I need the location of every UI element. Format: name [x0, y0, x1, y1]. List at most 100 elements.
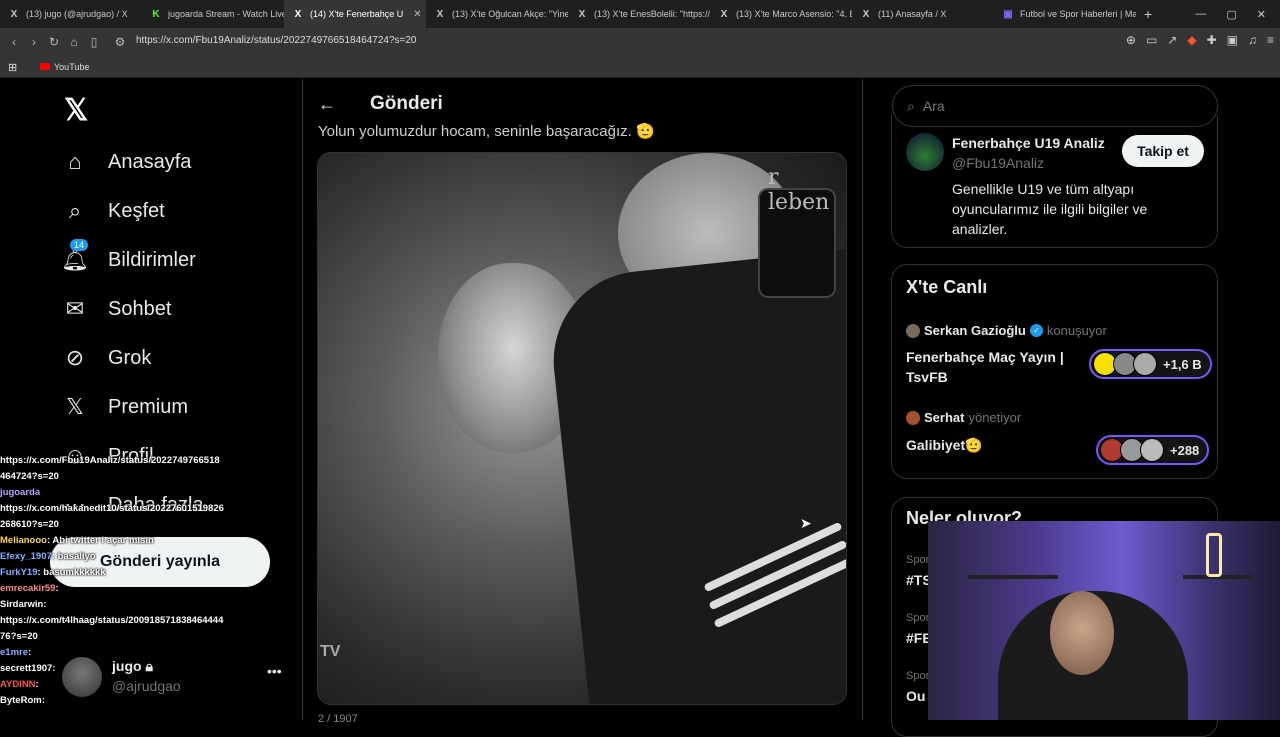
home-browser-icon[interactable]: ⌂	[64, 35, 84, 49]
brave-shield-icon[interactable]: ◆	[1187, 33, 1196, 47]
chat-line: https://x.com/hakanedit10/status/2022760…	[0, 501, 300, 517]
tab-label: (14) X'te Fenerbahçe U	[310, 9, 404, 19]
share-icon[interactable]: ↗	[1167, 33, 1177, 47]
browser-tab[interactable]: X (13) jugo (@ajrudgao) / X	[0, 0, 142, 28]
space-host: Serkan Gazioğlu ✓ konuşuyor	[906, 323, 1107, 338]
video-wall-text: r leben	[768, 165, 830, 215]
media-icon[interactable]: ♫	[1248, 33, 1257, 47]
chat-text: https://x.com/hakanedit10/status/2022760…	[0, 503, 224, 514]
grok-icon: ⊘	[65, 345, 85, 370]
back-arrow-icon[interactable]: ←	[318, 94, 336, 115]
webcam-lamp	[1206, 533, 1222, 577]
space-listeners[interactable]: +288	[1096, 435, 1210, 465]
nav-item-grok[interactable]: ⊘ Grok	[60, 345, 152, 371]
chat-line: Sirdarwin:	[0, 597, 300, 613]
x-logo-icon[interactable]: 𝕏	[64, 93, 88, 128]
host-name: Serhat	[924, 410, 965, 425]
x-favicon-icon: X	[10, 8, 18, 20]
bookmark-icon[interactable]: ▯	[84, 35, 104, 49]
post-header: ← Gönderi	[318, 93, 443, 115]
site-settings-icon[interactable]: ⚙	[110, 35, 130, 49]
tab-label: jugoarda Stream - Watch Live	[168, 9, 284, 19]
nav-label: Anasayfa	[108, 150, 192, 173]
browser-tab[interactable]: X (13) X'te EnesBolelli: "https://	[568, 0, 710, 28]
profile-card: Fenerbahçe U19 Analiz @Fbu19Analiz Takip…	[891, 115, 1218, 248]
webcam-head	[1050, 591, 1114, 675]
nav-item-home[interactable]: ⌂ Anasayfa	[60, 149, 191, 175]
bookmark-youtube[interactable]: YouTube	[54, 62, 89, 72]
host-name: Serkan Gazioğlu	[924, 323, 1026, 338]
x-favicon-icon: X	[436, 8, 444, 20]
new-tab-button[interactable]: +	[1136, 0, 1160, 28]
profile-handle[interactable]: @Fbu19Analiz	[952, 155, 1044, 171]
browser-tab[interactable]: ▣ Futbol ve Spor Haberleri | Maç	[994, 0, 1136, 28]
column-divider	[862, 79, 863, 720]
nav-item-messages[interactable]: ✉ Sohbet	[60, 296, 172, 322]
profile-name[interactable]: Fenerbahçe U19 Analiz	[952, 135, 1105, 151]
wallet-icon[interactable]: ▣	[1227, 33, 1238, 47]
browser-tab[interactable]: Kjugoarda Stream - Watch Live	[142, 0, 284, 28]
listener-count: +288	[1170, 442, 1200, 458]
trend-tag[interactable]: Ou	[906, 688, 925, 704]
post-meta: 2 / 1907	[318, 713, 358, 725]
back-icon[interactable]: ‹	[4, 35, 24, 49]
url-field[interactable]: https://x.com/Fbu19Analiz/status/2022749…	[136, 35, 416, 46]
chat-user: emrecakir59	[0, 583, 56, 594]
nav-label: Premium	[108, 395, 189, 418]
chat-user: FurkY19	[0, 567, 38, 578]
forward-icon[interactable]: ›	[24, 35, 44, 49]
nav-item-premium[interactable]: 𝕏 Premium	[60, 394, 188, 420]
page-title: Gönderi	[370, 93, 443, 114]
nav-label: Bildirimler	[108, 248, 196, 271]
trend-category: Spor	[906, 612, 930, 624]
bell-icon: 🔔︎ 14	[61, 239, 89, 272]
chat-text: 268610?s=20	[0, 519, 59, 530]
browser-tab[interactable]: X (11) Anasayfa / X	[852, 0, 994, 28]
verified-icon: ✓	[1029, 324, 1043, 337]
chat-text: :	[43, 599, 47, 610]
news-favicon-icon: ▣	[1003, 8, 1013, 20]
live-spaces-card: X'te Canlı Serkan Gazioğlu ✓ konuşuyor F…	[891, 264, 1218, 479]
browser-tab[interactable]: X (13) X'te Oğulcan Akçe: "Yine	[426, 0, 568, 28]
apps-icon[interactable]: ⊞	[8, 61, 17, 74]
chat-user: e1mre	[0, 647, 28, 658]
browser-tab-active[interactable]: X (14) X'te Fenerbahçe U ✕	[284, 0, 426, 28]
maximize-icon[interactable]: ▢	[1226, 8, 1236, 21]
chat-user: ByteRom	[0, 695, 42, 706]
nav-item-explore[interactable]: ⌕ Keşfet	[60, 198, 165, 224]
cast-icon[interactable]: ▭	[1146, 33, 1157, 47]
minimize-icon[interactable]: —	[1195, 8, 1206, 20]
chat-user: secrett1907	[0, 663, 53, 674]
space-listeners[interactable]: +1,6 B	[1089, 349, 1212, 379]
reload-icon[interactable]: ↻	[44, 35, 64, 49]
close-window-icon[interactable]: ✕	[1257, 8, 1266, 21]
close-tab-icon[interactable]: ✕	[413, 9, 421, 20]
avatar[interactable]	[906, 133, 944, 171]
tab-label: (13) X'te Marco Asensio: "4. Be	[736, 9, 852, 19]
space-host: Serhat yönetiyor	[906, 410, 1021, 425]
tab-label: (13) X'te EnesBolelli: "https://	[594, 9, 710, 19]
youtube-icon	[40, 63, 50, 70]
search-icon: ⌕	[68, 198, 82, 223]
tab-label: (11) Anasayfa / X	[878, 9, 947, 19]
browser-tab[interactable]: X (13) X'te Marco Asensio: "4. Be	[710, 0, 852, 28]
nav-label: Keşfet	[108, 199, 165, 222]
follow-button[interactable]: Takip et	[1122, 135, 1204, 167]
live-title: X'te Canlı	[906, 277, 988, 297]
mail-icon: ✉	[65, 296, 85, 321]
chat-line: 76?s=20	[0, 629, 300, 645]
mouse-cursor-icon: ➤	[800, 515, 812, 531]
menu-icon[interactable]: ≡	[1267, 33, 1274, 47]
extensions-icon[interactable]: ✚	[1207, 33, 1217, 47]
space-topic[interactable]: Fenerbahçe Maç Yayın | TsvFB	[906, 347, 1086, 387]
chat-line: 464724?s=20	[0, 469, 300, 485]
address-bar-row: ‹ › ↻ ⌂ ▯ ⚙ https://x.com/Fbu19Analiz/st…	[0, 28, 1280, 56]
column-divider	[302, 79, 303, 720]
notification-badge: 14	[70, 239, 89, 251]
space-topic[interactable]: Galibiyet🫡	[906, 435, 1086, 455]
nav-item-notifications[interactable]: 🔔︎ 14 Bildirimler	[60, 239, 196, 273]
post-video[interactable]: r leben TV	[317, 152, 847, 705]
zoom-icon[interactable]: ⊕	[1126, 33, 1136, 47]
x-favicon-icon: X	[294, 8, 302, 20]
chat-line: secrett1907:	[0, 661, 300, 677]
